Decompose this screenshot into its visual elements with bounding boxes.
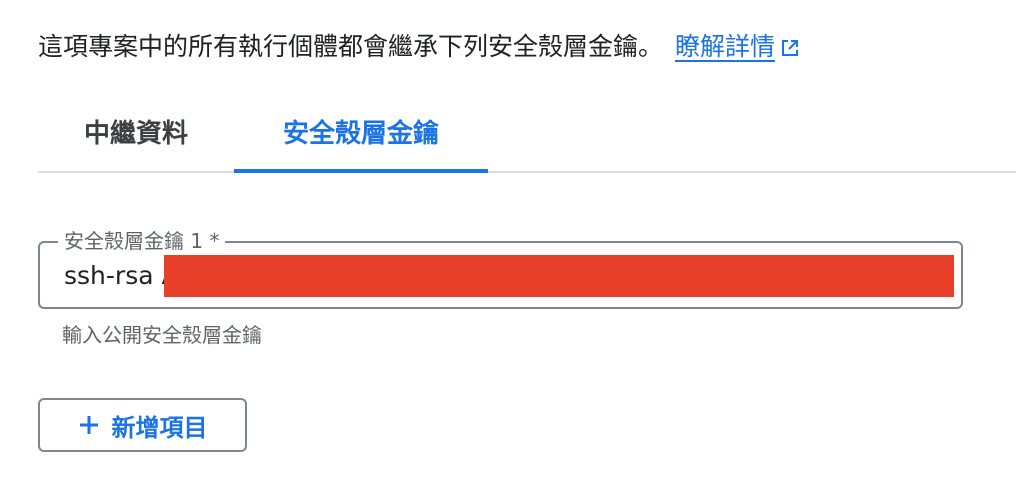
tab-bar: 中繼資料 安全殼層金鑰 [38, 100, 1016, 173]
tab-ssh-keys[interactable]: 安全殼層金鑰 [234, 100, 488, 173]
tab-ssh-keys-label: 安全殼層金鑰 [282, 119, 439, 149]
ssh-key-field-label: 安全殼層金鑰 1 * [58, 227, 226, 255]
intro-text: 這項專案中的所有執行個體都會繼承下列安全殼層金鑰。 [38, 32, 664, 61]
ssh-keys-panel: 這項專案中的所有執行個體都會繼承下列安全殼層金鑰。 瞭解詳情 中繼資料 安全殼層金… [0, 0, 1016, 500]
learn-more-label: 瞭解詳情 [675, 32, 776, 61]
add-item-button[interactable]: 新增項目 [38, 398, 247, 452]
external-link-icon [781, 30, 799, 68]
ssh-key-input[interactable]: ssh-rsa A [64, 259, 179, 293]
ssh-key-field[interactable]: 安全殼層金鑰 1 * ssh-rsa A [38, 227, 963, 309]
intro-description: 這項專案中的所有執行個體都會繼承下列安全殼層金鑰。 瞭解詳情 [38, 28, 799, 68]
learn-more-link[interactable]: 瞭解詳情 [675, 32, 799, 61]
redaction-block [164, 255, 954, 297]
ssh-key-hint: 輸入公開安全殼層金鑰 [62, 323, 262, 347]
tab-metadata[interactable]: 中繼資料 [38, 100, 234, 171]
tab-metadata-label: 中繼資料 [83, 119, 188, 149]
add-item-label: 新增項目 [111, 413, 208, 442]
plus-icon [78, 414, 100, 436]
active-tab-indicator [234, 169, 488, 173]
